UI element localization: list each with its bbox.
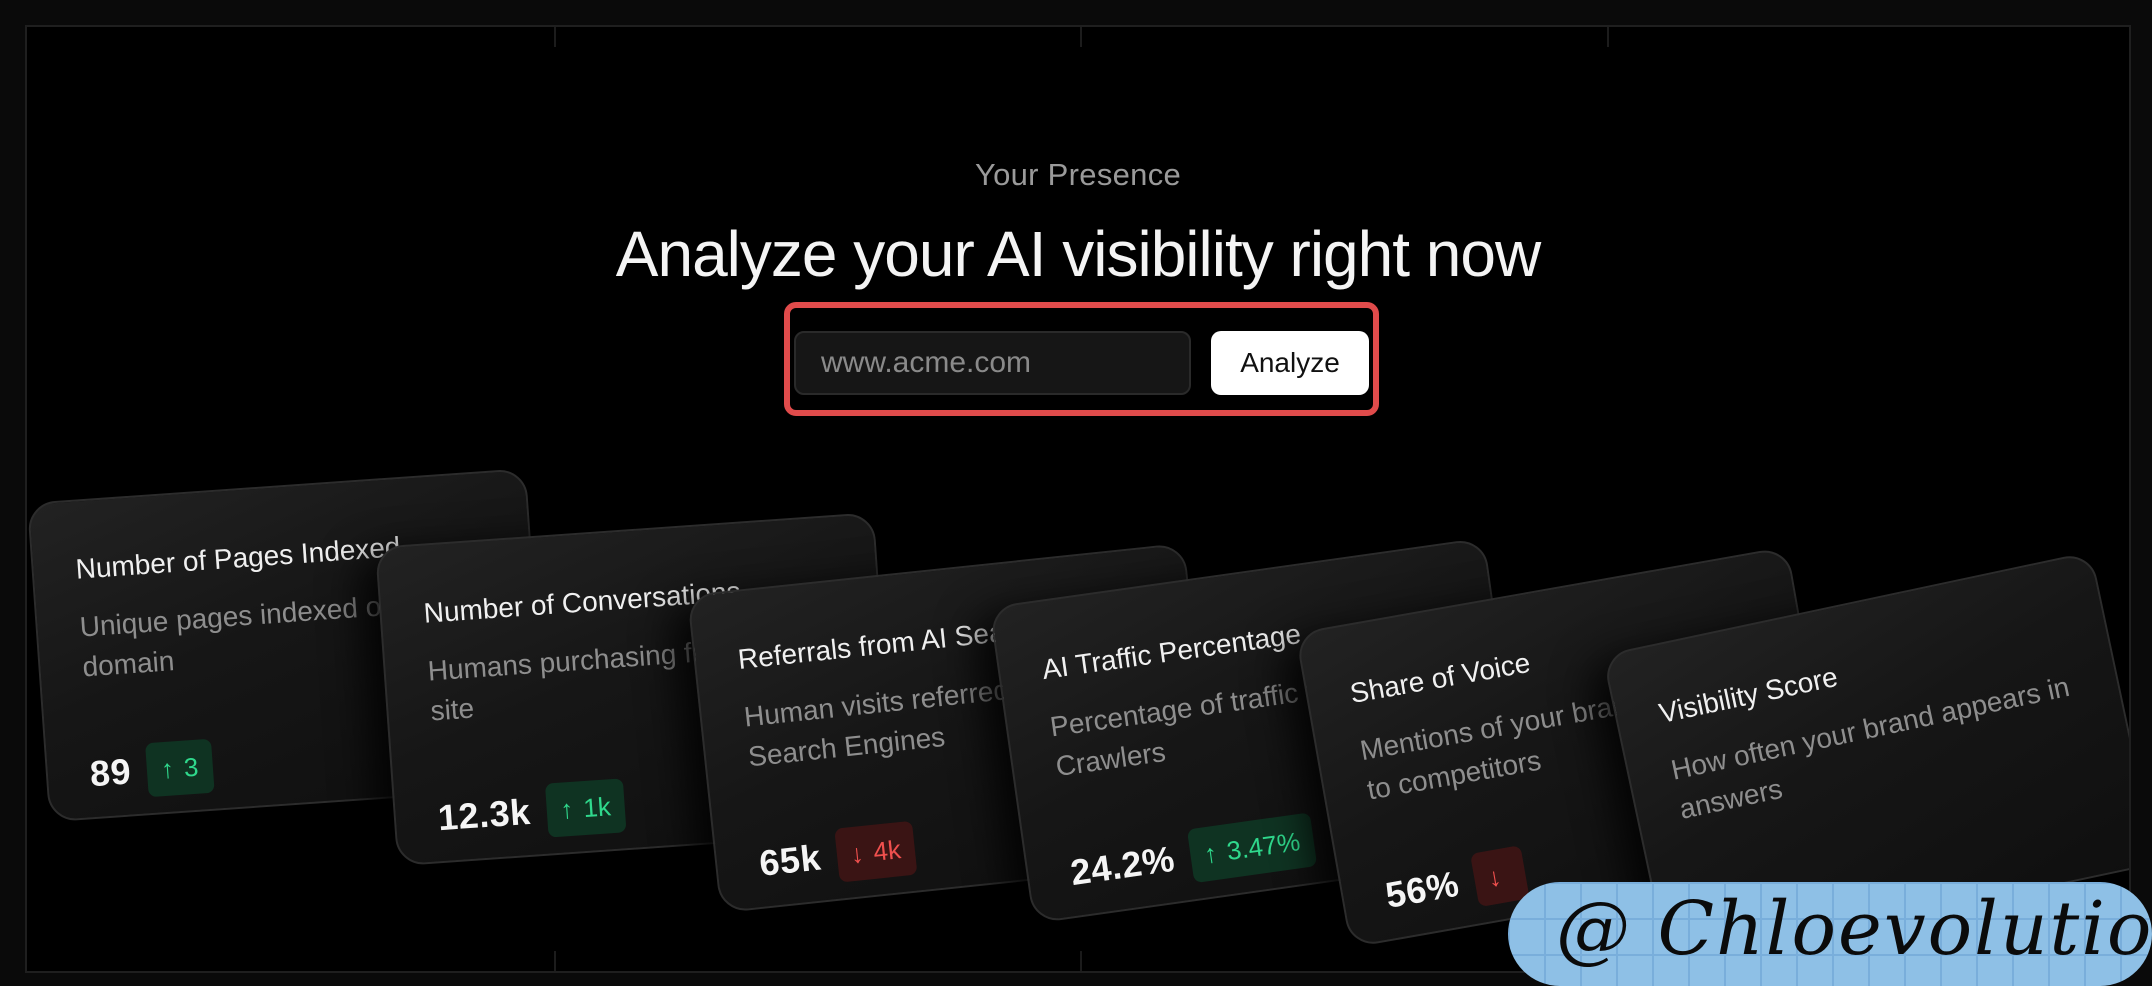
change-badge: ↓ 4k xyxy=(833,820,918,883)
arrow-up-icon: ↑ xyxy=(559,793,575,825)
change-badge: ↑ 3.47% xyxy=(1186,812,1318,884)
card-value: 89 xyxy=(88,750,133,795)
url-input[interactable] xyxy=(794,331,1191,395)
card-stats: 65k ↓ 4k xyxy=(757,820,918,891)
change-badge: ↑ 1k xyxy=(544,778,627,838)
eyebrow-text: Your Presence xyxy=(974,157,1182,192)
card-stats: 56% ↓ xyxy=(1381,845,1530,923)
page-title: Analyze your AI visibility right now xyxy=(615,218,1541,290)
card-value: 65k xyxy=(757,836,823,884)
frame-tick xyxy=(1080,951,1082,971)
watermark: @ Chloevolution xyxy=(1508,882,2152,986)
arrow-down-icon: ↓ xyxy=(848,837,866,869)
change-value: 3 xyxy=(182,751,200,783)
card-stats: 24.2% ↑ 3.47% xyxy=(1067,812,1318,900)
arrow-up-icon: ↑ xyxy=(1201,837,1220,869)
card-value: 12.3k xyxy=(436,790,532,839)
analyze-button[interactable]: Analyze xyxy=(1211,331,1369,395)
change-value: 4k xyxy=(871,833,903,867)
card-value: 56% xyxy=(1382,862,1463,916)
card-stats: 12.3k ↑ 1k xyxy=(436,778,627,845)
card-stats: 89 ↑ 3 xyxy=(88,738,215,801)
watermark-text: @ Chloevolution xyxy=(1556,886,2152,972)
frame-tick xyxy=(1080,27,1082,47)
card-value: 24.2% xyxy=(1067,837,1178,894)
change-badge: ↓ xyxy=(1469,845,1530,908)
canvas-frame: Your Presence Analyze your AI visibility… xyxy=(25,25,2131,973)
arrow-up-icon: ↑ xyxy=(159,752,175,784)
frame-tick xyxy=(1607,27,1609,47)
frame-tick xyxy=(554,951,556,971)
change-value: 3.47% xyxy=(1224,825,1302,866)
change-value: 1k xyxy=(582,790,612,823)
change-badge: ↑ 3 xyxy=(145,738,215,798)
frame-tick xyxy=(554,27,556,47)
arrow-down-icon: ↓ xyxy=(1485,860,1504,893)
